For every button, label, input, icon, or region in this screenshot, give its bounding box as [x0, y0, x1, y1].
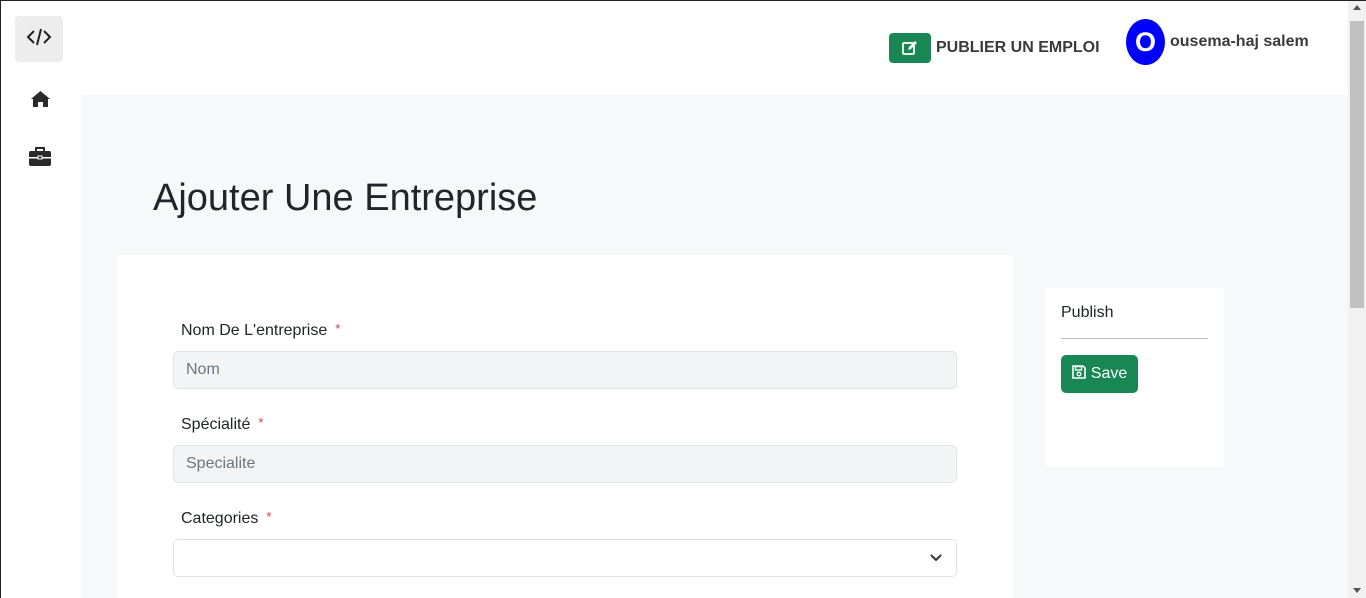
scroll-up-arrow[interactable] — [1353, 5, 1361, 10]
publish-panel: Publish Save — [1045, 288, 1224, 466]
home-icon — [30, 90, 51, 113]
sidebar-item-jobs[interactable] — [28, 146, 52, 172]
avatar: O — [1126, 19, 1165, 65]
code-icon — [26, 27, 52, 52]
sidebar-item-home[interactable] — [28, 89, 52, 113]
specialty-input[interactable] — [173, 445, 957, 483]
user-name: ousema-haj salem — [1170, 33, 1309, 50]
divider — [1061, 338, 1208, 339]
user-menu[interactable]: O ousema-haj salem — [1126, 19, 1309, 65]
company-form: Nom De L'entreprise* Spécialité* Categor… — [117, 255, 1013, 598]
scroll-down-arrow[interactable] — [1353, 588, 1361, 593]
edit-icon — [889, 33, 931, 63]
categories-label: Categories * — [181, 509, 272, 527]
main-content: Ajouter Une Entreprise Nom De L'entrepri… — [81, 95, 1349, 598]
company-name-input[interactable] — [173, 351, 957, 389]
floppy-disk-icon — [1071, 364, 1086, 384]
categories-select[interactable] — [173, 539, 957, 577]
publish-job-button[interactable]: PUBLIER UN EMPLOI — [889, 33, 1100, 63]
scrollbar-thumb[interactable] — [1350, 21, 1364, 308]
save-button[interactable]: Save — [1061, 355, 1138, 393]
briefcase-icon — [29, 146, 51, 172]
publish-job-label: PUBLIER UN EMPLOI — [936, 39, 1100, 56]
chevron-down-icon — [930, 549, 942, 567]
required-marker: * — [266, 509, 272, 524]
sidebar — [1, 1, 81, 598]
publish-panel-title: Publish — [1061, 304, 1114, 321]
logo-button[interactable] — [15, 16, 63, 62]
save-label: Save — [1090, 365, 1128, 382]
page-title: Ajouter Une Entreprise — [153, 177, 538, 219]
top-header: PUBLIER UN EMPLOI O ousema-haj salem — [81, 1, 1348, 95]
required-marker: * — [335, 321, 341, 336]
specialty-label: Spécialité * — [181, 415, 264, 433]
required-marker: * — [258, 415, 264, 430]
scrollbar[interactable] — [1348, 1, 1366, 598]
company-name-label: Nom De L'entreprise * — [181, 321, 341, 339]
